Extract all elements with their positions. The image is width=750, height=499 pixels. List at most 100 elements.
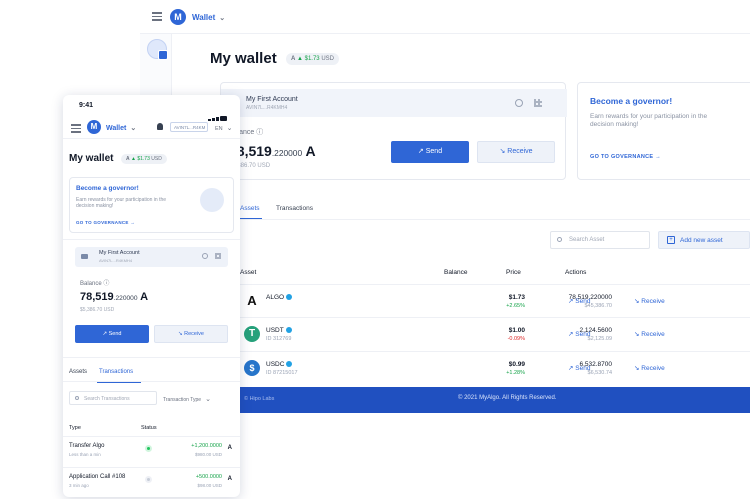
copy-icon[interactable] [515, 99, 523, 107]
account-selector[interactable]: My First Account AVIN7L...R4KMH4 [75, 247, 228, 267]
asset-balance-usd: $2,125.09 [587, 336, 612, 342]
balance-amount: 78,519.220000 A [229, 143, 316, 159]
add-asset-label: Add new asset [680, 237, 723, 244]
asset-balance-usd: $6,530.74 [587, 370, 612, 376]
row-send-button[interactable]: ↗ Send [568, 364, 590, 372]
tab-assets[interactable]: Assets [69, 369, 87, 375]
algo-icon: A [305, 143, 316, 159]
row-receive-button[interactable]: ↘ Receive [634, 330, 665, 338]
search-placeholder: Search Asset [569, 237, 605, 243]
chevron-down-icon: ⌄ [130, 125, 137, 132]
menu-icon[interactable] [152, 12, 162, 21]
governor-card: Become a governor! Earn rewards for your… [69, 177, 234, 233]
tether-icon: T [244, 326, 260, 342]
network-label: Wallet [192, 13, 216, 22]
balance-label: Balance ⓘ [80, 281, 110, 287]
chevron-down-icon: ⌄ [205, 396, 211, 403]
account-selector[interactable]: My First Account AVIN7L...R4KMH4 [221, 89, 567, 117]
bell-icon[interactable] [157, 123, 163, 130]
governance-illustration [200, 188, 224, 212]
section-divider [63, 357, 240, 358]
menu-icon[interactable] [71, 124, 81, 133]
asset-id: ID 87215017 [266, 370, 298, 376]
transaction-row[interactable]: Transfer Algo Less than a min +1,200.000… [63, 436, 240, 468]
row-receive-button[interactable]: ↘ Receive [634, 297, 665, 305]
status-success-icon [145, 445, 152, 452]
network-selector[interactable]: Wallet ⌄ [192, 13, 225, 22]
usdc-icon: $ [244, 360, 260, 376]
tabs-divider [238, 219, 750, 220]
receive-button[interactable]: ↘ Receive [477, 141, 555, 163]
col-price: Price [506, 269, 521, 276]
asset-search-input[interactable]: Search Asset [550, 231, 650, 249]
transaction-row[interactable]: Application Call #108 3 min ago +500.000… [63, 467, 240, 497]
qr-code-icon[interactable] [534, 99, 542, 107]
governor-description: Earn rewards for your participation in t… [590, 113, 708, 129]
search-placeholder: Search Transactions [84, 396, 130, 402]
asset-change: -0.09% [507, 336, 525, 342]
governor-description: Earn rewards for your participation in t… [76, 197, 167, 210]
verified-icon [286, 361, 293, 368]
tab-assets[interactable]: Assets [240, 205, 260, 212]
search-icon [557, 237, 562, 242]
transaction-search-input[interactable]: Search Transactions [69, 391, 157, 405]
algo-icon: A [227, 476, 232, 482]
tab-transactions[interactable]: Transactions [99, 369, 133, 375]
transaction-amount: +500.0000 [195, 474, 222, 480]
send-arrow-icon: ↗ [102, 331, 108, 337]
transaction-type: Application Call #108 [69, 474, 126, 480]
transaction-type-filter[interactable]: Transaction Type ⌄ [163, 395, 211, 403]
price-currency: USD [321, 56, 334, 62]
row-send-button[interactable]: ↗ Send [568, 330, 590, 338]
algo-symbol: A [126, 156, 130, 162]
row-send-button[interactable]: ↗ Send [568, 297, 590, 305]
transaction-amount: +1,200.0000 [191, 443, 222, 449]
account-card: My First Account AVIN7L...R4KMH4 Balance… [220, 82, 567, 180]
desktop-topbar: M Wallet ⌄ [140, 0, 750, 34]
wallet-nav-icon[interactable] [147, 39, 168, 60]
transaction-time: 3 min ago [69, 483, 89, 488]
tab-transactions[interactable]: Transactions [276, 205, 313, 212]
myalgo-logo: M [87, 120, 101, 134]
verified-icon [286, 294, 293, 301]
col-type: Type [69, 425, 81, 431]
status-pending-icon [145, 476, 152, 483]
copy-icon[interactable] [202, 253, 208, 259]
network-selector[interactable]: Wallet ⌄ [106, 124, 136, 132]
page-title: My wallet [210, 50, 277, 67]
verified-icon [285, 327, 292, 334]
wallet-icon [81, 254, 88, 259]
account-name: My First Account [246, 96, 298, 103]
info-icon: ⓘ [103, 281, 110, 287]
send-button[interactable]: ↗ Send [75, 325, 149, 343]
price-change: ▲ $1.73 [131, 156, 150, 162]
add-asset-button[interactable]: + Add new asset [658, 231, 750, 249]
price-currency: USD [151, 156, 162, 162]
footer-credit: © Hipo Labs [244, 396, 275, 402]
col-actions: Actions [565, 269, 587, 276]
table-row: T USDT ID 312769 2,124.5600 $2,125.09 $1… [238, 317, 750, 350]
qr-code-icon[interactable] [215, 253, 221, 259]
transaction-time: Less than a min [69, 452, 101, 457]
receive-button[interactable]: ↘ Receive [154, 325, 228, 343]
governor-card: Become a governor! Earn rewards for your… [577, 82, 750, 180]
address-chip[interactable]: AVIN7L...R4KM [170, 122, 208, 132]
row-receive-button[interactable]: ↘ Receive [634, 364, 665, 372]
send-button[interactable]: ↗ Send [391, 141, 469, 163]
governance-link[interactable]: GO TO GOVERNANCE → [590, 154, 661, 160]
language-selector[interactable]: EN ⌄ [215, 124, 233, 132]
receive-arrow-icon: ↘ [499, 148, 506, 155]
account-address: AVIN7L...R4KMH4 [99, 258, 133, 263]
col-status: Status [141, 425, 157, 431]
section-divider [63, 239, 240, 240]
tabs-divider [63, 381, 240, 382]
account-address: AVIN7L...R4KMH4 [246, 105, 288, 111]
governor-title: Become a governor! [76, 185, 139, 192]
asset-symbol: USDT [266, 327, 292, 334]
governance-link[interactable]: GO TO GOVERNANCE → [76, 220, 135, 225]
search-icon [75, 396, 79, 400]
myalgo-logo: M [170, 9, 186, 25]
asset-price: $0.99 [508, 361, 525, 368]
asset-change: +2.65% [506, 303, 525, 309]
col-asset: Asset [240, 269, 257, 276]
